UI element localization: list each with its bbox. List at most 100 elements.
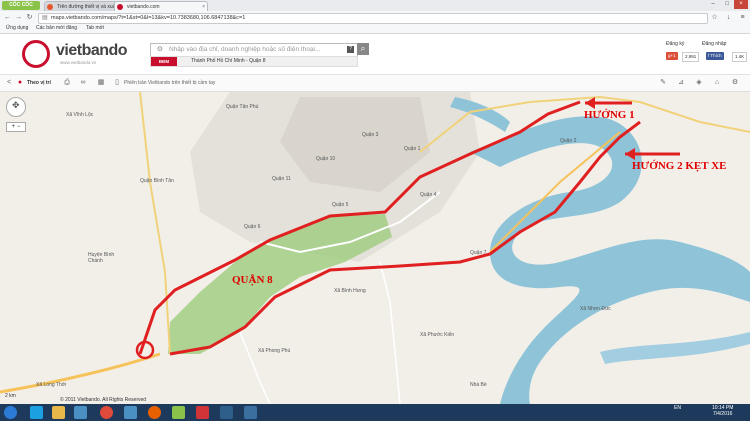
- app-icon[interactable]: [124, 406, 137, 419]
- map-label: Quận Tân Phú: [226, 104, 259, 110]
- map-label: Quận Bình Tân: [140, 178, 174, 184]
- map-label: Huyện Bình Chánh: [88, 252, 115, 264]
- gplus-count: 2,991: [682, 52, 700, 62]
- map-layer: [0, 92, 750, 404]
- star-icon[interactable]: ☆: [710, 13, 719, 22]
- logo-icon[interactable]: [22, 40, 50, 68]
- share-icon[interactable]: <: [4, 78, 14, 88]
- url-text: maps.vietbando.com/maps/?t=1&st=0&l=13&k…: [51, 15, 246, 21]
- download-icon[interactable]: ↓: [724, 13, 733, 22]
- tab-favicon-icon: [117, 4, 123, 10]
- map-label: Quận 4: [420, 192, 437, 198]
- browser-brand-button[interactable]: CỐC CỐC: [2, 1, 40, 10]
- road: [379, 261, 401, 404]
- bookmark-newtab[interactable]: Tab mới: [86, 24, 104, 33]
- bookmark-apps[interactable]: Ứng dụng: [6, 24, 28, 33]
- tab-favicon-icon: [47, 4, 53, 10]
- grid-icon[interactable]: ▦: [96, 78, 106, 88]
- map-label: Quận 3: [362, 132, 379, 138]
- map-label: Nhà Bè: [470, 382, 487, 388]
- mobile-version-link[interactable]: Phiên bản Vietbando trên thiết bị cầm ta…: [124, 78, 215, 88]
- zoom-control[interactable]: + −: [6, 122, 26, 132]
- pan-arrows-icon: ✥: [12, 100, 20, 110]
- login-link[interactable]: Đăng nhập: [702, 41, 726, 47]
- tab-label: vietbando.com: [127, 4, 160, 10]
- map-label: Quận 11: [272, 176, 291, 182]
- map-label: Xã Bình Hưng: [334, 288, 366, 294]
- like-label: Thích: [710, 53, 722, 58]
- map-copyright: © 2011 Vietbando. All Rights Reserved: [60, 397, 147, 403]
- address-bar[interactable]: ▤ maps.vietbando.com/maps/?t=1&st=0&l=13…: [38, 13, 708, 24]
- pan-control[interactable]: ✥: [6, 97, 26, 117]
- map-label: Xã Phước Kiển: [420, 332, 455, 338]
- coccoc-icon[interactable]: [172, 406, 185, 419]
- scale-bar: 2 km: [5, 393, 16, 399]
- highway: [0, 352, 161, 394]
- close-window-icon[interactable]: ×: [734, 0, 748, 9]
- road: [139, 92, 171, 355]
- location-pin-icon: ⊙: [157, 46, 163, 53]
- back-icon[interactable]: ←: [3, 13, 12, 22]
- start-icon[interactable]: [4, 406, 17, 419]
- media-icon[interactable]: [74, 406, 87, 419]
- road: [239, 331, 271, 404]
- map-label: Xã Long Thới: [36, 382, 67, 388]
- b-app-2-icon[interactable]: [244, 406, 257, 419]
- site-logo-url: www.vietbando.vn: [60, 60, 97, 65]
- mobile-icon[interactable]: ▯: [112, 78, 122, 88]
- start-marker: [135, 340, 155, 360]
- b-app-icon[interactable]: [220, 406, 233, 419]
- search-input[interactable]: ⊙ Nhập vào địa chỉ, doanh nghiệp hoặc số…: [150, 43, 358, 57]
- edit-icon[interactable]: ✎: [658, 78, 668, 88]
- windows-taskbar: [0, 404, 750, 421]
- river-branch: [600, 332, 750, 364]
- tab-label: Trên đường thiết vị và xuất...: [57, 4, 121, 10]
- tag-icon[interactable]: ⌂: [712, 78, 722, 88]
- ie-icon[interactable]: [30, 406, 43, 419]
- like-count: 1.4K: [732, 52, 748, 62]
- region-selector[interactable]: Thành Phố Hồ Chí Minh - Quận 8: [191, 57, 266, 66]
- minimize-icon[interactable]: –: [706, 0, 720, 9]
- annotation-direction-2: HƯỚNG 2 KẸT XE: [632, 160, 727, 172]
- print-icon[interactable]: ⎙: [62, 78, 72, 88]
- map-label: Xã Vĩnh Lộc: [66, 112, 94, 118]
- region-row: BĐM Thành Phố Hồ Chí Minh - Quận 8: [150, 56, 358, 67]
- language-indicator[interactable]: EN: [674, 405, 681, 411]
- facebook-like-button[interactable]: f Thích: [706, 52, 724, 60]
- bookmark-recent[interactable]: Các bản mới đăng: [36, 24, 77, 33]
- map-label: Xã Phong Phú: [258, 348, 291, 354]
- maximize-icon[interactable]: □: [720, 0, 734, 9]
- settings-icon[interactable]: ⚙: [730, 78, 740, 88]
- store-icon[interactable]: [196, 406, 209, 419]
- map-canvas[interactable]: Quận Tân Phú Quận Bình Tân Quận 11 Quận …: [0, 92, 750, 404]
- follow-location-button[interactable]: Theo vị trí: [27, 78, 51, 88]
- map-button[interactable]: BĐM: [151, 57, 177, 66]
- page-icon: ▤: [42, 15, 48, 21]
- register-link[interactable]: Đăng ký: [666, 41, 684, 47]
- map-toolbar: < ● Theo vị trí ⎙ ∞ ▦ ▯ Phiên bản Vietba…: [0, 75, 750, 92]
- gplus-button[interactable]: g+1: [666, 52, 678, 60]
- map-label: Quận 5: [332, 202, 349, 208]
- link-icon[interactable]: ∞: [78, 78, 88, 88]
- chrome-icon[interactable]: [100, 406, 113, 419]
- forward-icon[interactable]: →: [14, 13, 23, 22]
- explorer-icon[interactable]: [52, 406, 65, 419]
- map-label: Quận 7: [470, 250, 487, 256]
- layers-icon[interactable]: ◈: [694, 78, 704, 88]
- map-label: Quận 6: [244, 224, 261, 230]
- menu-icon[interactable]: ≡: [738, 13, 747, 22]
- help-icon[interactable]: ?: [347, 46, 354, 53]
- firefox-icon[interactable]: [148, 406, 161, 419]
- annotation-district-8: QUẬN 8: [232, 274, 273, 286]
- reload-icon[interactable]: ↻: [25, 13, 34, 22]
- bookmarks-bar: [0, 24, 750, 34]
- ruler-icon[interactable]: ⊿: [676, 78, 686, 88]
- site-logo[interactable]: vietbando: [56, 42, 128, 60]
- map-label: Quận 1: [404, 146, 421, 152]
- map-label: Quận 2: [560, 138, 577, 144]
- map-label: Xã Nhơn Đức: [580, 306, 611, 312]
- location-pin-icon[interactable]: ●: [15, 78, 25, 88]
- search-placeholder: Nhập vào địa chỉ, doanh nghiệp hoặc số đ…: [169, 46, 321, 53]
- search-button[interactable]: ⌕: [357, 43, 369, 55]
- system-clock[interactable]: 10:14 PM 7/4/2016: [712, 405, 733, 417]
